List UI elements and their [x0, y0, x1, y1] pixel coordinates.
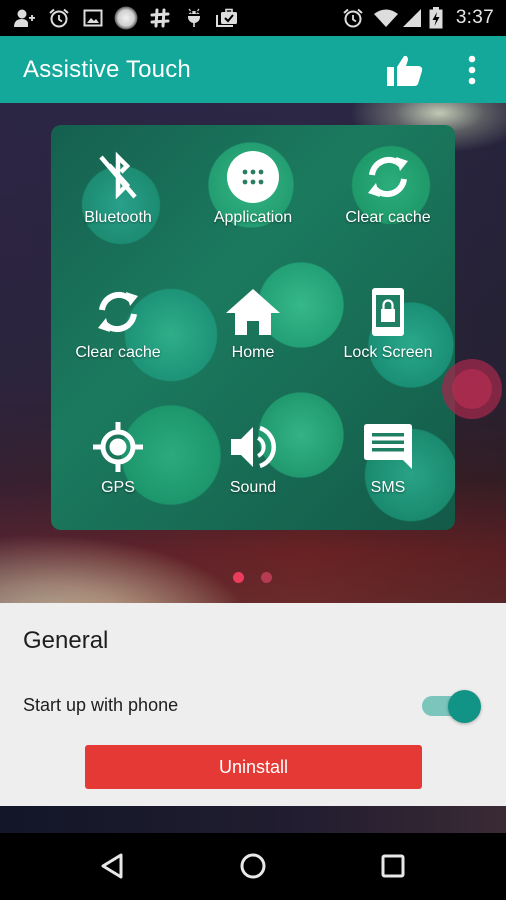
panel-item-gps[interactable]: GPS — [51, 395, 185, 530]
panel-item-label: SMS — [370, 479, 406, 496]
wifi-icon — [373, 8, 399, 28]
start-up-toggle[interactable] — [422, 688, 484, 724]
android-debug-icon — [183, 8, 205, 28]
navigation-bar — [0, 833, 506, 900]
assistive-panel: Bluetooth Application Clear cache Clear … — [51, 125, 455, 530]
uninstall-button[interactable]: Uninstall — [85, 745, 422, 789]
toggle-thumb — [448, 690, 481, 723]
section-title-general: General — [23, 627, 109, 654]
page-dot-2[interactable] — [261, 572, 272, 583]
briefcase-check-icon — [216, 8, 238, 28]
apps-grid-icon — [223, 147, 283, 207]
panel-item-label: Clear cache — [345, 209, 431, 226]
panel-item-label: Clear cache — [75, 344, 161, 361]
add-contact-icon — [14, 8, 36, 28]
status-time: 3:37 — [455, 7, 494, 28]
panel-item-label: Lock Screen — [343, 344, 433, 361]
status-bar: 3:37 — [0, 0, 506, 36]
panel-item-bluetooth[interactable]: Bluetooth — [51, 125, 185, 260]
battery-charging-icon — [428, 7, 444, 29]
cell-signal-icon — [401, 8, 423, 28]
panel-item-label: Sound — [229, 479, 277, 496]
slack-hash-icon — [149, 8, 171, 28]
gps-icon — [88, 417, 148, 477]
refresh-icon — [88, 282, 148, 342]
sms-icon — [358, 417, 418, 477]
panel-item-clear-cache[interactable]: Clear cache — [321, 125, 455, 260]
panel-item-label: Home — [231, 344, 275, 361]
panel-item-application[interactable]: Application — [186, 125, 320, 260]
home-icon — [223, 282, 283, 342]
back-icon[interactable] — [92, 848, 132, 884]
floating-assistive-button[interactable] — [442, 359, 502, 419]
panel-item-sms[interactable]: SMS — [321, 395, 455, 530]
wallpaper-strip — [0, 806, 506, 833]
panel-item-sound[interactable]: Sound — [186, 395, 320, 530]
settings-card: General Start up with phone Uninstall — [0, 603, 506, 806]
home-circle-icon[interactable] — [233, 848, 273, 884]
alarm-icon — [342, 8, 364, 28]
bluetooth-disabled-icon — [88, 147, 148, 207]
alarm-icon — [48, 8, 70, 28]
start-up-label: Start up with phone — [23, 695, 179, 715]
volume-icon — [223, 417, 283, 477]
thumbs-up-icon[interactable] — [386, 54, 424, 88]
panel-item-lock-screen[interactable]: Lock Screen — [321, 260, 455, 395]
panel-item-label: Application — [213, 209, 293, 226]
panel-item-home[interactable]: Home — [186, 260, 320, 395]
recents-icon[interactable] — [373, 848, 413, 884]
app-title: Assistive Touch — [23, 56, 191, 83]
panel-item-label: Bluetooth — [84, 209, 152, 226]
panel-item-label: GPS — [101, 479, 135, 496]
panel-item-clear-cache-2[interactable]: Clear cache — [51, 260, 185, 395]
circle-app-icon — [114, 6, 138, 30]
app-bar: Assistive Touch — [0, 36, 506, 103]
image-icon — [82, 8, 104, 28]
refresh-icon — [358, 147, 418, 207]
more-vert-icon[interactable] — [460, 53, 484, 87]
page-dot-1[interactable] — [233, 572, 244, 583]
lock-screen-icon — [358, 282, 418, 342]
